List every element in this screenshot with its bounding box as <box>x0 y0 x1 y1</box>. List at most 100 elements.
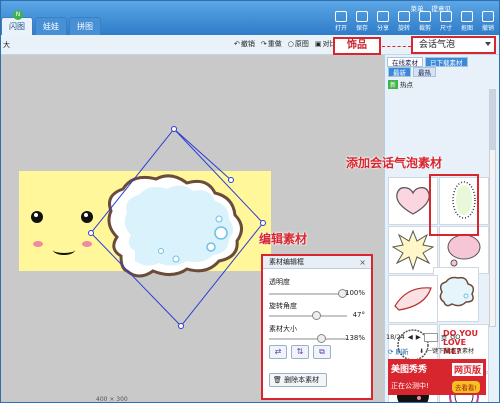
size-button[interactable]: 尺寸 <box>437 11 455 33</box>
left-cheek <box>33 241 43 247</box>
material-source-tabs: 在线素材 已下载素材 <box>387 57 468 67</box>
tab-downloaded-materials[interactable]: 已下载素材 <box>425 57 468 67</box>
canvas-size-text: 400 × 300 <box>96 396 128 403</box>
left-eye <box>31 211 43 223</box>
delete-material-button[interactable]: 🗑 删除本素材 <box>269 373 327 387</box>
flip-horizontal-icon: ⇄ <box>274 347 282 356</box>
right-eye <box>81 211 93 223</box>
rotation-value: 47° <box>352 311 365 319</box>
rotate-label: 旋转 <box>397 25 410 32</box>
circle-icon: ○ <box>287 40 294 48</box>
page-input[interactable] <box>423 332 438 342</box>
scrollbar-thumb[interactable] <box>490 90 495 150</box>
open-label: 打开 <box>334 25 347 32</box>
ad-go-button[interactable]: 去看看! <box>451 381 480 393</box>
title-bar: 闪图 娃娃 拼图 N 菜单 提意见 打开 保存 分享 旋转 裁剪 尺寸 抠图 撤… <box>1 1 499 35</box>
web-version-ad[interactable]: 美图秀秀 网页版 正在公测中! 去看看! <box>388 359 486 395</box>
tab-latest[interactable]: 最新 <box>388 67 411 77</box>
sort-tabs: 最新 最热 <box>388 67 436 77</box>
crop-button[interactable]: 裁剪 <box>416 11 434 33</box>
flip-horizontal-button[interactable]: ⇄ <box>269 345 287 359</box>
right-cheek <box>82 241 92 247</box>
undo-button[interactable]: ↶ 撤销 <box>234 39 255 49</box>
crop-label: 裁剪 <box>418 25 431 32</box>
main-toolbar: 打开 保存 分享 旋转 裁剪 尺寸 抠图 撤销 <box>332 11 497 33</box>
redo-label: 重做 <box>267 40 282 48</box>
annotation-connector <box>382 46 411 47</box>
zoom-text: 大 <box>3 41 10 49</box>
editor-actions: ⇄ ⇅ ⧉ <box>269 345 331 359</box>
flip-vertical-button[interactable]: ⇅ <box>291 345 309 359</box>
prev-page-button[interactable]: ◀ <box>408 333 413 341</box>
original-label: 原图 <box>294 40 309 48</box>
rotation-knob[interactable] <box>312 311 322 320</box>
tab-hottest[interactable]: 最热 <box>413 67 436 77</box>
hot-category-link[interactable]: 热点 <box>400 79 413 89</box>
material-editor-panel: 素材编辑框 × 透明度 100% 旋转角度 47° 素材大小 138% ⇄ ⇅ … <box>261 254 373 400</box>
category-select[interactable]: 会话气泡 <box>411 36 496 54</box>
transparency-slider[interactable] <box>269 289 347 298</box>
size-value: 138% <box>344 334 365 342</box>
rotation-label: 旋转角度 <box>269 302 297 310</box>
undo-label: 撤销 <box>240 40 255 48</box>
undo-icon <box>482 11 494 22</box>
accessory-annotation: 饰品 <box>333 37 381 55</box>
next-page-button[interactable]: ▶ <box>416 333 421 341</box>
page-label: 页 <box>440 334 448 342</box>
edit-buttons: ↶ 撤销 ↷ 重做 ○ 原图 ▣ 对比 <box>234 39 336 49</box>
tab-online-materials[interactable]: 在线素材 <box>387 57 423 67</box>
transparency-value: 100% <box>344 289 365 297</box>
sticker-scrollbar[interactable] <box>489 89 496 327</box>
sticker-thumbnail-selected[interactable] <box>433 267 479 322</box>
page-indicator: 18/24 <box>386 333 405 341</box>
rotate-button[interactable]: 旋转 <box>395 11 413 33</box>
redo-button[interactable]: ↷ 重做 <box>261 39 282 49</box>
open-button[interactable]: 打开 <box>332 11 350 33</box>
redo-arrow-icon: ↷ <box>260 40 267 48</box>
ad-subtitle: 正在公测中! <box>391 382 429 390</box>
smile-mouth <box>53 245 75 255</box>
cutout-icon <box>461 11 473 22</box>
ad-title: 美图秀秀 <box>391 365 428 375</box>
add-material-annotation: 添加会话气泡素材 <box>346 156 443 170</box>
size-knob[interactable] <box>316 334 326 343</box>
refresh-button[interactable]: ⟳ 刷新 <box>388 346 409 356</box>
leaf-bubble-icon <box>394 287 432 311</box>
size-label: 尺寸 <box>439 25 452 32</box>
save-button[interactable]: 保存 <box>353 11 371 33</box>
fluffy-bubble-icon <box>439 276 475 307</box>
editor-title: 素材编辑框 <box>269 258 304 266</box>
flip-vertical-icon: ⇅ <box>296 347 304 356</box>
cutout-button[interactable]: 抠图 <box>458 11 476 33</box>
crop-icon <box>419 11 431 22</box>
delete-label: 删除本素材 <box>284 376 320 384</box>
size-slider[interactable] <box>269 334 347 343</box>
category-row: 新 热点 <box>388 79 413 89</box>
folder-icon <box>335 11 347 22</box>
undo-toolbar-button[interactable]: 撤销 <box>479 11 497 33</box>
save-icon <box>356 11 368 22</box>
original-button[interactable]: ○ 原图 <box>288 39 309 49</box>
download-label: 一键下载本页素材 <box>425 348 474 355</box>
undo-toolbar-label: 撤销 <box>481 25 494 32</box>
size-label: 素材大小 <box>269 325 297 333</box>
pagination: 18/24 ◀ ▶ 页 GO <box>386 332 460 342</box>
rotate-icon <box>398 11 410 22</box>
edit-material-annotation: 编辑素材 <box>259 232 308 246</box>
category-select-value: 会话气泡 <box>419 40 456 50</box>
close-icon[interactable]: × <box>359 256 366 269</box>
go-button[interactable]: GO <box>450 333 460 341</box>
new-badge: N <box>13 10 23 20</box>
rotation-slider[interactable] <box>269 311 347 320</box>
share-button[interactable]: 分享 <box>374 11 392 33</box>
download-page-button[interactable]: ⬇ 一键下载本页素材 <box>419 346 474 355</box>
undo-arrow-icon: ↶ <box>234 40 240 48</box>
chevron-down-icon <box>485 42 491 46</box>
tab-doll[interactable]: 娃娃 <box>35 17 67 35</box>
trash-icon: 🗑 <box>273 376 282 384</box>
ad-badge: 网页版 <box>451 363 483 376</box>
photo-image <box>19 171 271 271</box>
tab-collage[interactable]: 拼图 <box>69 17 101 35</box>
sticker-thumbnail[interactable] <box>388 275 438 323</box>
duplicate-button[interactable]: ⧉ <box>313 345 331 359</box>
